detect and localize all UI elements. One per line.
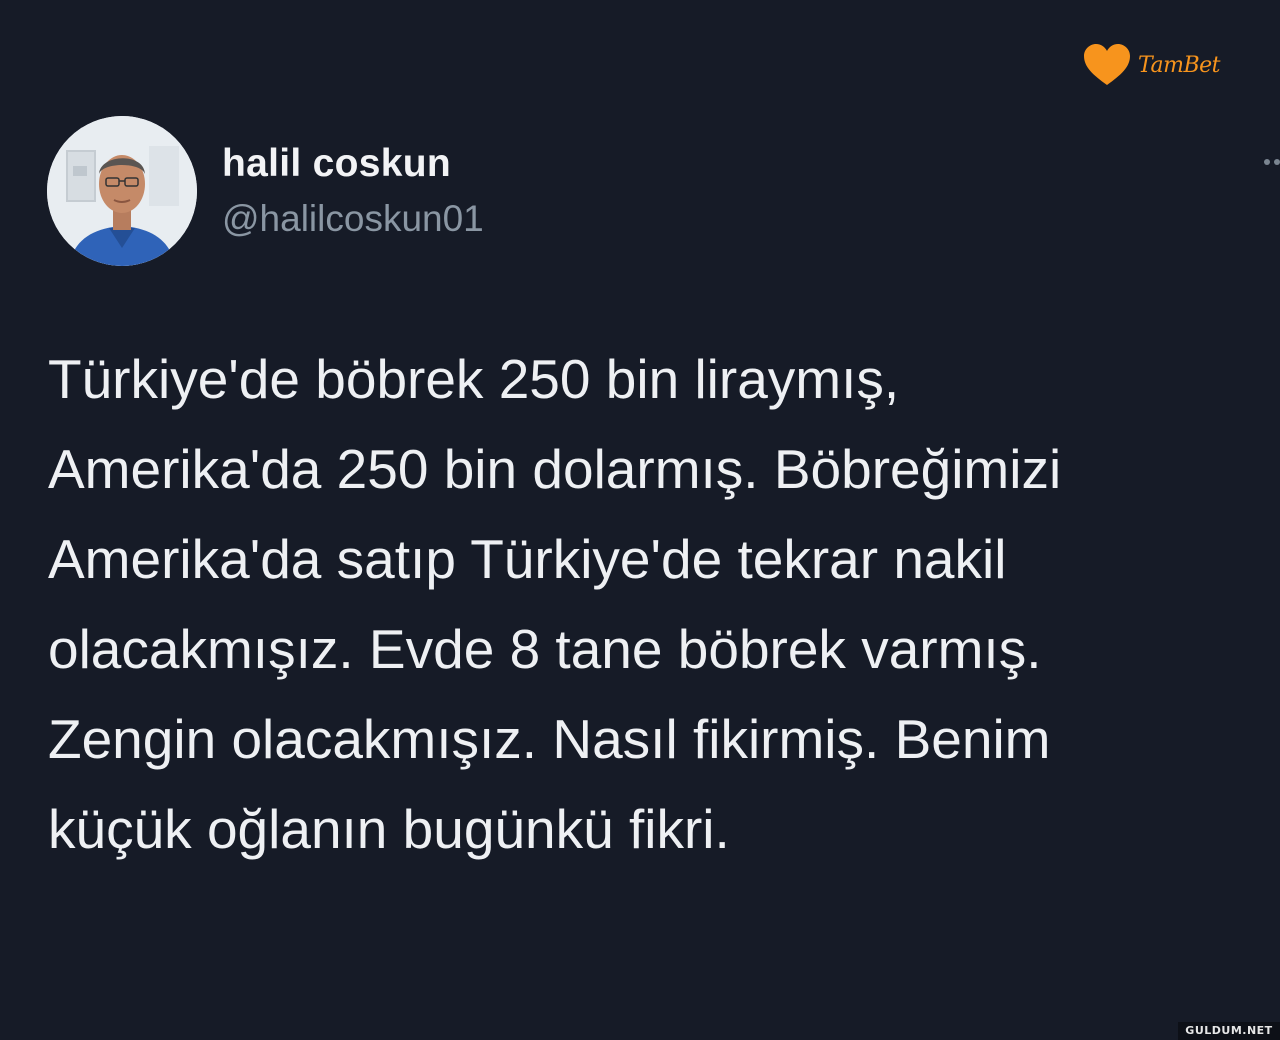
tweet-text-line: Türkiye'de böbrek 250 bin liraymış, bbox=[48, 348, 900, 410]
author-handle[interactable]: @halilcoskun01 bbox=[222, 198, 484, 240]
heart-icon bbox=[1084, 44, 1130, 85]
tweet-screenshot: TamBet halil coskun @halilcoskun01 Türki… bbox=[0, 0, 1280, 1040]
tweet-text-line: küçük oğlanın bugünkü fikri. bbox=[48, 798, 730, 860]
tweet-text-line: olacakmışız. Evde 8 tane böbrek varmış. bbox=[48, 618, 1042, 680]
site-watermark: GULDUM.NET bbox=[1178, 1022, 1280, 1040]
tweet-text-line: Zengin olacakmışız. Nasıl fikirmiş. Beni… bbox=[48, 708, 1051, 770]
avatar[interactable] bbox=[47, 116, 197, 266]
more-dots-icon[interactable] bbox=[1262, 155, 1280, 169]
brand-watermark: TamBet bbox=[1082, 40, 1252, 90]
brand-name: TamBet bbox=[1138, 52, 1220, 78]
author-display-name[interactable]: halil coskun bbox=[222, 142, 451, 186]
tweet-text-line: Amerika'da 250 bin dolarmış. Böbreğimizi bbox=[48, 438, 1062, 500]
tweet-text-line: Amerika'da satıp Türkiye'de tekrar nakil bbox=[48, 528, 1007, 590]
tweet-text: Türkiye'de böbrek 250 bin liraymış, Amer… bbox=[48, 334, 1258, 874]
